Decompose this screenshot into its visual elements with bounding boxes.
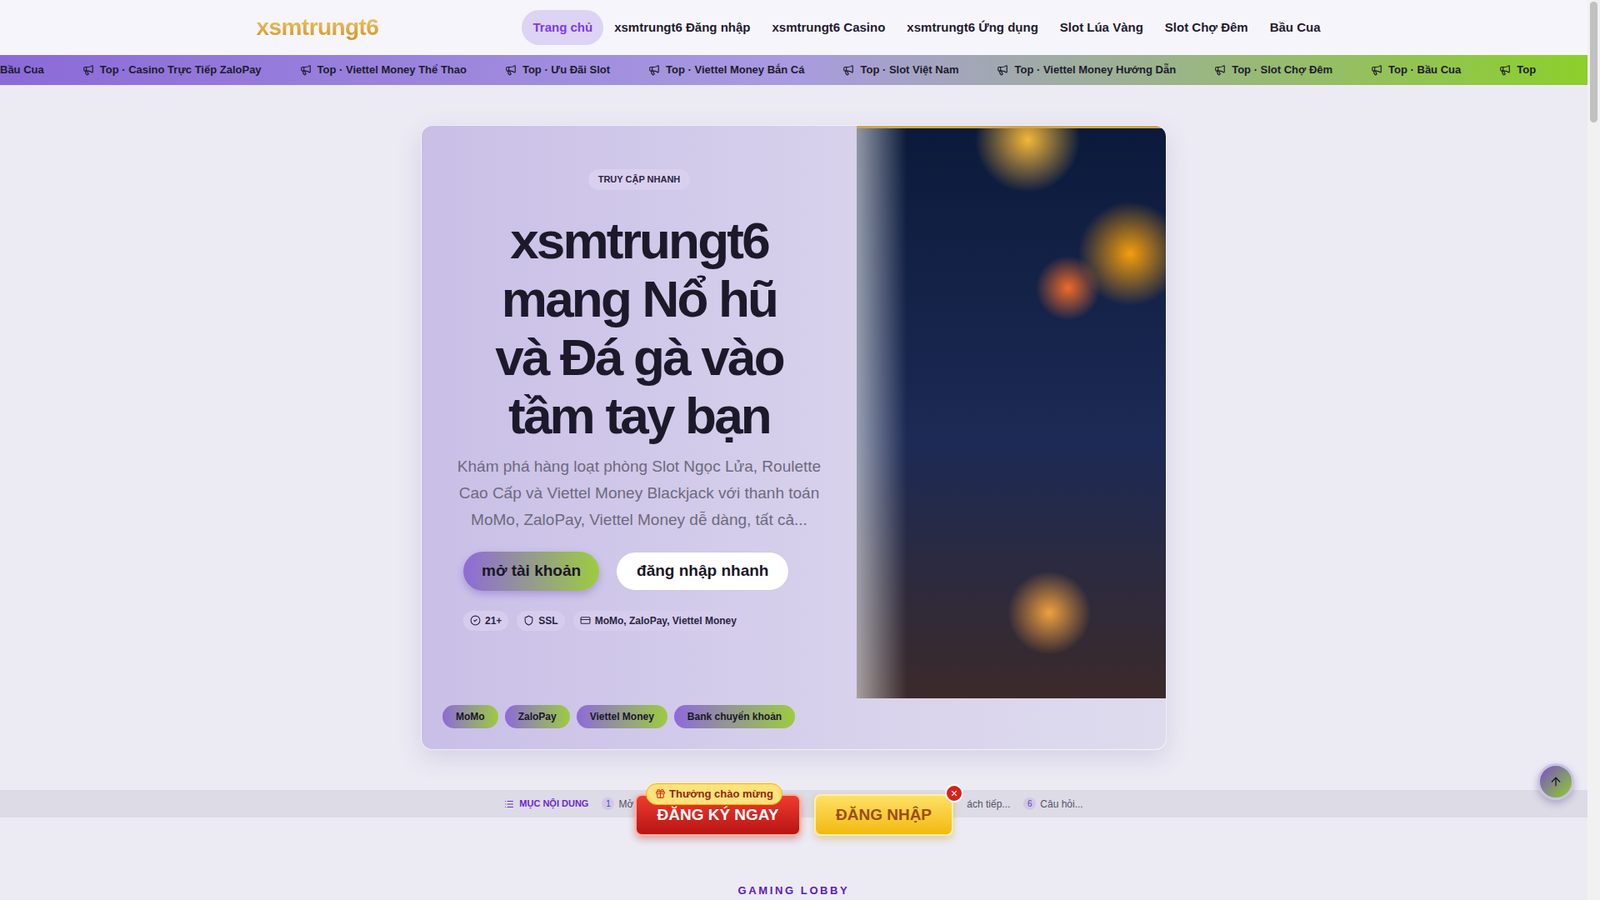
toc-item[interactable]: ách tiếp... bbox=[966, 796, 1010, 812]
check-circle-icon bbox=[470, 615, 481, 626]
ticker-item[interactable]: Top · Viettel Money Thể Thao bbox=[300, 61, 467, 79]
gift-icon bbox=[655, 788, 666, 800]
payment-tag[interactable]: MoMo bbox=[442, 705, 499, 729]
ticker-item[interactable]: Top · Viettel Money Bắn Cá bbox=[648, 61, 805, 79]
hero-title: xsmtrungt6mang Nổ hũvà Đá gà vàotầm tay … bbox=[495, 211, 784, 445]
toc-title: MỤC NỘI DUNG bbox=[519, 796, 589, 811]
register-button[interactable]: mở tài khoản bbox=[463, 551, 600, 591]
content: xsmtrungt6Trang chủxsmtrungt6 Đăng nhậpx… bbox=[0, 0, 1588, 900]
quick-login-button[interactable]: đăng nhập nhanh bbox=[615, 551, 790, 591]
megaphone-icon bbox=[1499, 64, 1511, 76]
megaphone-icon bbox=[505, 64, 517, 76]
nav-item[interactable]: xsmtrungt6 Đăng nhập bbox=[603, 10, 761, 46]
ticker-item[interactable]: Top · Bầu Cua bbox=[1370, 61, 1461, 79]
ticker-item[interactable]: Top · Slot Việt Nam bbox=[842, 61, 959, 79]
hero-image bbox=[856, 125, 1167, 699]
megaphone-icon bbox=[996, 64, 1009, 76]
ticker-item[interactable]: Top bbox=[1499, 61, 1536, 79]
ticker-item[interactable]: Bầu Cua bbox=[0, 61, 45, 79]
navbar: xsmtrungt6Trang chủxsmtrungt6 Đăng nhậpx… bbox=[0, 0, 1588, 55]
login-button[interactable]: ĐĂNG NHẬP bbox=[814, 794, 954, 836]
page: xsmtrungt6Trang chủxsmtrungt6 Đăng nhậpx… bbox=[0, 0, 1600, 900]
payment-tag[interactable]: Viettel Money bbox=[576, 705, 668, 729]
hero-description: Khám phá hàng loạt phòng Slot Ngọc Lửa, … bbox=[455, 453, 823, 534]
toc-item[interactable]: 6Câu hỏi... bbox=[1023, 796, 1083, 812]
scroll-top-button[interactable] bbox=[1537, 763, 1575, 800]
main-nav: Trang chủxsmtrungt6 Đăng nhậpxsmtrungt6 … bbox=[521, 10, 1331, 46]
trust-chip: 21+ bbox=[463, 610, 509, 631]
hero-card: TRUY CẬP NHANH xsmtrungt6mang Nổ hũvà Đá … bbox=[420, 125, 1167, 750]
nav-item[interactable]: xsmtrungt6 Casino bbox=[761, 10, 897, 46]
floating-cta: Thưởng chào mừngĐĂNG KÝ NGAYĐĂNG NHẬP× bbox=[635, 783, 954, 836]
welcome-badge: Thưởng chào mừng bbox=[645, 783, 783, 805]
hero-badge: TRUY CẬP NHANH bbox=[588, 169, 691, 190]
megaphone-icon bbox=[842, 64, 855, 76]
ticker-item[interactable]: Top · Ưu Đãi Slot bbox=[505, 61, 610, 79]
ticker-item[interactable]: Top · Slot Chợ Đêm bbox=[1214, 61, 1333, 79]
hero-text: TRUY CẬP NHANH xsmtrungt6mang Nổ hũvà Đá … bbox=[421, 125, 857, 699]
payment-tag[interactable]: ZaloPay bbox=[505, 705, 570, 729]
close-button[interactable]: × bbox=[945, 784, 964, 803]
payment-tag[interactable]: Bank chuyển khoản bbox=[674, 705, 795, 729]
toc-item[interactable]: 1Mở bbox=[601, 796, 634, 812]
nav-item[interactable]: xsmtrungt6 Ứng dụng bbox=[895, 10, 1049, 46]
section-label: GAMING LOBBY bbox=[0, 882, 1588, 900]
megaphone-icon bbox=[648, 64, 660, 76]
nav-item[interactable]: Trang chủ bbox=[521, 10, 604, 46]
list-icon bbox=[504, 799, 515, 810]
ticker-bar: Bầu Cua Top · Casino Trực Tiếp ZaloPay Top… bbox=[0, 55, 1588, 85]
arrow-up-icon bbox=[1549, 775, 1563, 789]
megaphone-icon bbox=[82, 64, 95, 76]
nav-item[interactable]: Bầu Cua bbox=[1259, 10, 1332, 46]
payment-tags: MoMoZaloPayViettel MoneyBank chuyển khoả… bbox=[421, 698, 1167, 750]
trust-chip: MoMo, ZaloPay, Viettel Money bbox=[573, 610, 744, 631]
trust-chip: SSL bbox=[516, 610, 565, 631]
nav-item[interactable]: Slot Lúa Vàng bbox=[1049, 10, 1155, 46]
scrollbar[interactable] bbox=[1587, 0, 1600, 900]
megaphone-icon bbox=[1214, 64, 1226, 76]
logo[interactable]: xsmtrungt6 bbox=[256, 10, 380, 45]
megaphone-icon bbox=[300, 64, 312, 76]
ticker-item[interactable]: Top · Viettel Money Hướng Dẫn bbox=[996, 61, 1176, 79]
ticker-item[interactable]: Top · Casino Trực Tiếp ZaloPay bbox=[82, 61, 262, 79]
nav-item[interactable]: Slot Chợ Đêm bbox=[1154, 10, 1260, 46]
card-icon bbox=[580, 615, 591, 626]
megaphone-icon bbox=[1370, 64, 1383, 76]
shield-icon bbox=[523, 615, 535, 626]
